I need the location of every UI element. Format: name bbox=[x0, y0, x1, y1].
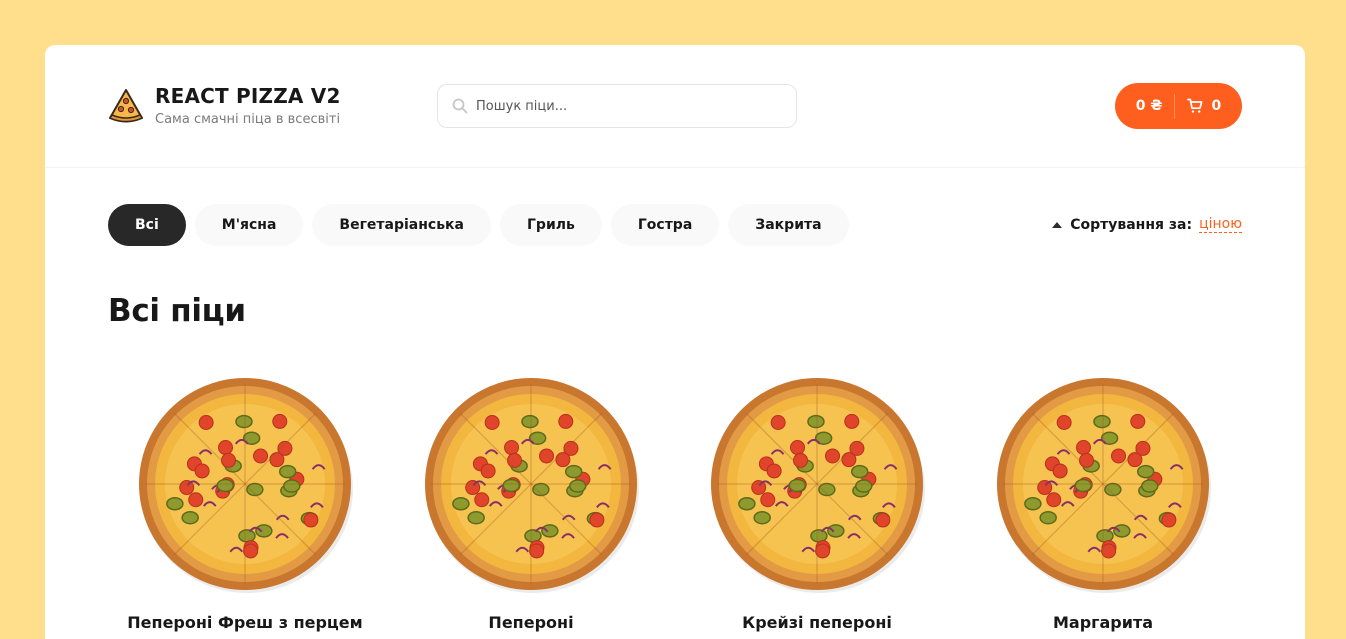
pizza-image[interactable] bbox=[420, 373, 642, 595]
pizza-logo-icon bbox=[108, 89, 144, 123]
category-all[interactable]: Всі bbox=[108, 204, 186, 246]
logo[interactable]: REACT PIZZA V2 Сама смачні піца в всесві… bbox=[107, 83, 341, 129]
category-grill[interactable]: Гриль bbox=[500, 204, 602, 246]
pizza-card: Пепероні Фреш з перцем bbox=[115, 373, 375, 632]
category-meat[interactable]: М'ясна bbox=[194, 204, 304, 246]
pizza-image[interactable] bbox=[992, 373, 1214, 595]
cart-button[interactable]: 0 ₴ 0 bbox=[1115, 83, 1242, 129]
pizza-name: Пепероні bbox=[488, 613, 574, 632]
cart-icon bbox=[1187, 98, 1203, 113]
cart-price: 0 ₴ bbox=[1135, 98, 1163, 114]
sort-arrow-icon[interactable] bbox=[1052, 221, 1063, 228]
pizza-card: Пепероні bbox=[401, 373, 661, 632]
pizza-card: Маргарита bbox=[973, 373, 1233, 632]
pizza-name: Пепероні Фреш з перцем bbox=[127, 613, 363, 632]
content-title: Всі піци bbox=[108, 293, 246, 329]
sort-control: Сортування за: ціною bbox=[1052, 216, 1242, 233]
sort-value[interactable]: ціною bbox=[1199, 216, 1242, 233]
header: REACT PIZZA V2 Сама смачні піца в всесві… bbox=[45, 45, 1305, 168]
pizza-name: Маргарита bbox=[1052, 613, 1154, 632]
category-list: Всі М'ясна Вегетаріанська Гриль Гостра З… bbox=[108, 204, 858, 246]
pizza-card: Крейзі пепероні bbox=[687, 373, 947, 632]
search-icon bbox=[452, 98, 468, 114]
pizza-name: Крейзі пепероні bbox=[742, 613, 892, 632]
content-wrapper: REACT PIZZA V2 Сама смачні піца в всесві… bbox=[45, 45, 1305, 639]
category-vegetarian[interactable]: Вегетаріанська bbox=[312, 204, 491, 246]
category-closed[interactable]: Закрита bbox=[728, 204, 849, 246]
search-box bbox=[437, 84, 797, 128]
sort-label: Сортування за: bbox=[1070, 216, 1193, 233]
logo-subtitle: Сама смачні піца в всесвіті bbox=[155, 112, 341, 127]
category-spicy[interactable]: Гостра bbox=[610, 204, 720, 246]
logo-title: REACT PIZZA V2 bbox=[155, 84, 341, 108]
cart-count: 0 bbox=[1211, 98, 1222, 114]
cart-divider bbox=[1174, 93, 1176, 119]
pizza-image[interactable] bbox=[706, 373, 928, 595]
pizza-image[interactable] bbox=[134, 373, 356, 595]
search-input[interactable] bbox=[476, 98, 776, 114]
